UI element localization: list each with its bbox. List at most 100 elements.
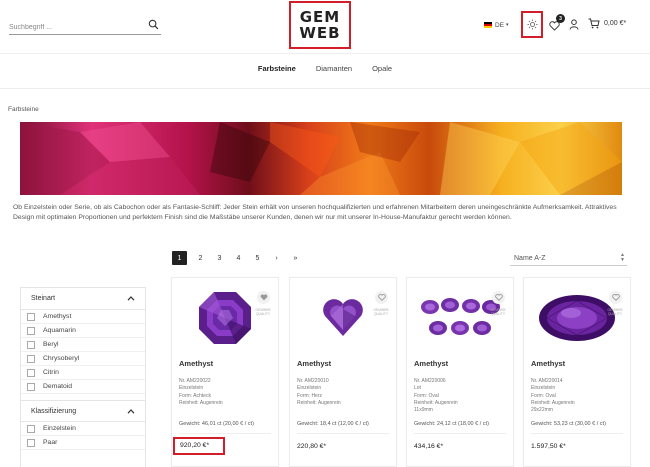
product-details: Nr. AM220006 Lot Form: Oval Reinheit: Au…	[414, 378, 458, 414]
product-name[interactable]: Amethyst	[414, 359, 448, 368]
product-details: Nr. AM220014 Einzelstein Form: Oval Rein…	[531, 378, 575, 414]
heart-icon	[260, 294, 267, 301]
checkbox[interactable]	[27, 424, 35, 433]
nav-item-opale[interactable]: Opale	[372, 64, 392, 73]
product-weight: Gewicht: 53,23 ct (30,00 € / ct)	[531, 421, 606, 427]
language-switcher[interactable]: DE ▾	[484, 22, 509, 29]
product-weight: Gewicht: 46,01 ct (20,00 € / ct)	[179, 421, 254, 427]
filter-option-label: Aquamarin	[43, 327, 76, 334]
logo[interactable]: GEM WEB	[289, 1, 351, 49]
product-name[interactable]: Amethyst	[531, 359, 565, 368]
filter-option[interactable]: Aquamarin	[21, 324, 145, 338]
product-name[interactable]: Amethyst	[297, 359, 331, 368]
sort-select[interactable]: Name A-Z ▲ ▼	[510, 251, 627, 266]
wishlist-count-badge: 3	[556, 14, 565, 23]
product-price: 1.597,50 €*	[531, 443, 566, 450]
filter-group-header-klassifizierung[interactable]: Klassifizierung	[21, 400, 145, 422]
quality-stamp: GEMWEB QUALITY	[607, 308, 623, 316]
sort-arrows-icon: ▲ ▼	[620, 252, 625, 263]
quality-stamp: GEMWEB QUALITY	[255, 308, 271, 316]
theme-toggle-button[interactable]	[521, 11, 543, 38]
product-price: 434,16 €*	[414, 443, 444, 450]
filter-option-label: Paar	[43, 439, 58, 446]
checkbox[interactable]	[27, 368, 35, 377]
product-purity: Reinheit: Augenrein	[297, 399, 341, 406]
product-details: Nr. AM220010 Einzelstein Form: Herz Rein…	[297, 378, 341, 407]
wishlist-toggle[interactable]	[257, 291, 270, 304]
heart-icon	[494, 294, 503, 301]
filter-option-label: Chrysoberyl	[43, 355, 80, 362]
checkbox[interactable]	[27, 312, 35, 321]
language-label: DE	[495, 21, 505, 29]
product-size: 11x9mm	[414, 407, 433, 414]
chevron-up-icon	[127, 408, 135, 414]
nav-item-diamanten[interactable]: Diamanten	[316, 64, 352, 73]
product-number: Nr. AM220014	[531, 378, 563, 384]
page-3-button[interactable]: 3	[210, 251, 229, 265]
filter-option[interactable]: Dematoid	[21, 380, 145, 394]
next-page-button[interactable]: ›	[267, 251, 286, 265]
wishlist-button[interactable]: 3	[549, 14, 565, 31]
checkbox[interactable]	[27, 438, 35, 447]
product-size: 29x22mm	[531, 407, 553, 414]
product-card[interactable]: GEMWEB QUALITY Amethyst Nr. AM220010 Ein…	[289, 277, 397, 467]
last-page-button[interactable]: »	[286, 251, 305, 265]
cart-button[interactable]: 0,00 €*	[588, 18, 626, 29]
product-card[interactable]: GEMWEB QUALITY Amethyst Nr. AM220014 Ein…	[523, 277, 631, 467]
filter-option[interactable]: Beryl	[21, 338, 145, 352]
product-form: Form: Oval	[414, 392, 439, 399]
product-number: Nr. AM220010	[297, 378, 329, 384]
filter-option[interactable]: Citrin	[21, 366, 145, 380]
header-actions: DE ▾ 3 0,00 €*	[484, 11, 626, 39]
filter-group-header-steinart[interactable]: Steinart	[21, 288, 145, 310]
product-weight: Gewicht: 18,4 ct (12,00 € / ct)	[297, 421, 369, 427]
checkbox[interactable]	[27, 382, 35, 391]
search-box[interactable]	[9, 16, 161, 36]
nav-item-farbsteine[interactable]: Farbsteine	[258, 64, 296, 73]
product-weight: Gewicht: 24,12 ct (18,00 € / ct)	[414, 421, 489, 427]
product-form: Form: Oval	[531, 392, 556, 399]
filter-option[interactable]: Chrysoberyl	[21, 352, 145, 366]
main-navigation: Farbsteine Diamanten Opale	[0, 64, 650, 73]
search-icon[interactable]	[148, 19, 159, 30]
filter-group-title: Klassifizierung	[31, 407, 77, 415]
wishlist-toggle[interactable]	[492, 291, 505, 304]
filter-option[interactable]: Paar	[21, 436, 145, 450]
product-type: Einzelstein	[179, 385, 204, 392]
page-2-button[interactable]: 2	[191, 251, 210, 265]
product-purity: Reinheit: Augenrein	[531, 399, 575, 406]
filter-option[interactable]: Amethyst	[21, 310, 145, 324]
wishlist-toggle[interactable]	[609, 291, 622, 304]
product-details: Nr. AM220022 Einzelstein Form: Achteck R…	[179, 378, 223, 407]
product-card[interactable]: GEMWEB QUALITY Amethyst Nr. AM220022 Ein…	[171, 277, 279, 467]
page-4-button[interactable]: 4	[229, 251, 248, 265]
sort-selected-value: Name A-Z	[514, 254, 546, 262]
product-form: Form: Herz	[297, 392, 322, 399]
checkbox[interactable]	[27, 326, 35, 335]
category-description: Ob Einzelstein oder Serie, ob als Caboch…	[13, 204, 617, 221]
logo-line-2: WEB	[299, 24, 341, 42]
product-name[interactable]: Amethyst	[179, 359, 213, 368]
wishlist-toggle[interactable]	[375, 291, 388, 304]
breadcrumb[interactable]: Farbsteine	[8, 106, 39, 113]
search-input[interactable]	[9, 19, 139, 36]
divider	[179, 433, 271, 434]
german-flag-icon	[484, 22, 492, 28]
divider	[414, 433, 506, 434]
category-banner-image	[20, 122, 622, 195]
filter-option-label: Dematoid	[43, 383, 73, 390]
sun-icon	[526, 19, 538, 30]
page-1-button[interactable]: 1	[172, 251, 187, 265]
chevron-up-icon	[127, 296, 135, 301]
checkbox[interactable]	[27, 340, 35, 349]
product-type: Einzelstein	[297, 385, 322, 392]
page-5-button[interactable]: 5	[248, 251, 267, 265]
pagination: 1 2 3 4 5 › »	[172, 251, 305, 265]
product-number: Nr. AM220022	[179, 378, 211, 384]
checkbox[interactable]	[27, 354, 35, 363]
heart-icon	[377, 294, 386, 301]
user-icon[interactable]	[569, 19, 579, 30]
product-form: Form: Achteck	[179, 392, 211, 399]
filter-option[interactable]: Einzelstein	[21, 422, 145, 436]
product-card[interactable]: GEMWEB QUALITY Amethyst Nr. AM220006 Lot…	[406, 277, 514, 467]
